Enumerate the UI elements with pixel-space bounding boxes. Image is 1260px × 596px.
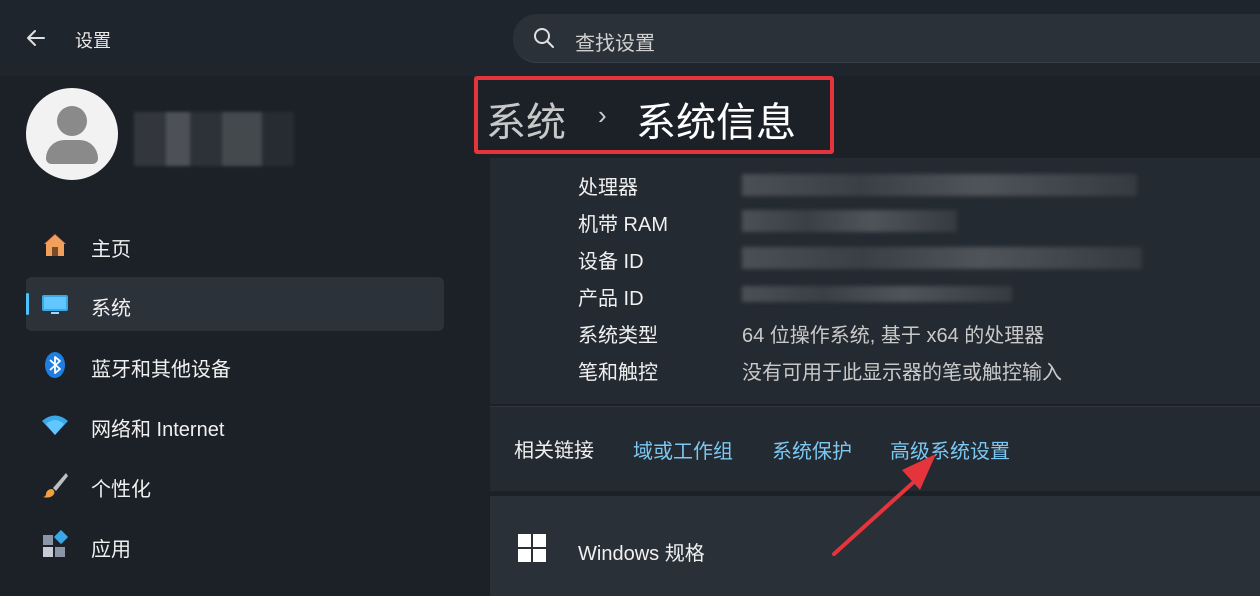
sidebar-item-personalization[interactable]: 个性化 <box>26 458 444 512</box>
device-specs-panel: 处理器 机带 RAM 设备 ID 产品 ID 系统类型 64 位操作系统, 基于… <box>490 158 1260 404</box>
sidebar: 主页 系统 蓝牙和其他设备 网络和 Internet 个性化 应用 <box>0 76 460 594</box>
spec-label-device-id: 设备 ID <box>578 251 644 273</box>
sidebar-item-system[interactable]: 系统 <box>26 277 444 331</box>
sidebar-item-label: 蓝牙和其他设备 <box>91 359 231 381</box>
avatar[interactable] <box>26 88 118 180</box>
page-title: 系统信息 <box>636 101 796 145</box>
sidebar-item-label: 应用 <box>91 539 131 561</box>
system-display-icon <box>42 295 68 314</box>
apps-icon <box>43 530 69 557</box>
blurred-account-name <box>134 112 294 166</box>
sidebar-item-bluetooth[interactable]: 蓝牙和其他设备 <box>26 338 444 392</box>
spec-label-system-type: 系统类型 <box>578 325 658 347</box>
sidebar-item-apps[interactable]: 应用 <box>26 518 444 572</box>
annotation-arrow-icon <box>832 454 936 556</box>
search-box[interactable]: 查找设置 <box>513 14 1260 63</box>
home-icon <box>44 234 66 256</box>
breadcrumb-parent[interactable]: 系统 <box>486 90 566 148</box>
blurred-device-id-value <box>742 247 1142 269</box>
related-links-title: 相关链接 <box>514 440 594 462</box>
search-icon <box>534 28 554 48</box>
title-bar: 设置 查找设置 <box>0 0 1260 76</box>
sidebar-item-label: 系统 <box>91 298 131 320</box>
active-indicator <box>26 293 29 315</box>
windows-spec-label: Windows 规格 <box>578 543 705 565</box>
sidebar-item-label: 主页 <box>91 239 131 261</box>
spec-label-product-id: 产品 ID <box>578 288 644 310</box>
windows-logo-icon <box>518 534 546 562</box>
blurred-processor-value <box>742 174 1137 196</box>
wifi-icon <box>42 415 68 435</box>
sidebar-item-home[interactable]: 主页 <box>26 218 444 272</box>
blurred-product-id-value <box>742 286 1012 302</box>
sidebar-item-label: 个性化 <box>91 479 151 501</box>
sidebar-item-label: 网络和 Internet <box>91 419 225 441</box>
blurred-ram-value <box>742 210 957 232</box>
spec-label-ram: 机带 RAM <box>578 214 668 236</box>
link-domain-workgroup[interactable]: 域或工作组 <box>633 435 733 464</box>
sidebar-item-network[interactable]: 网络和 Internet <box>26 398 444 452</box>
avatar-body <box>46 140 98 164</box>
spec-value-pen-touch: 没有可用于此显示器的笔或触控输入 <box>742 362 1062 384</box>
search-placeholder: 查找设置 <box>575 33 655 55</box>
paintbrush-icon <box>43 473 68 498</box>
spec-label-processor: 处理器 <box>578 177 638 199</box>
back-arrow-icon[interactable] <box>22 24 50 52</box>
avatar-head <box>57 106 87 136</box>
window-title: 设置 <box>75 31 111 51</box>
bluetooth-icon <box>45 352 65 378</box>
breadcrumb-separator: › <box>598 100 607 130</box>
spec-value-system-type: 64 位操作系统, 基于 x64 的处理器 <box>742 325 1045 347</box>
spec-label-pen-touch: 笔和触控 <box>578 362 658 384</box>
